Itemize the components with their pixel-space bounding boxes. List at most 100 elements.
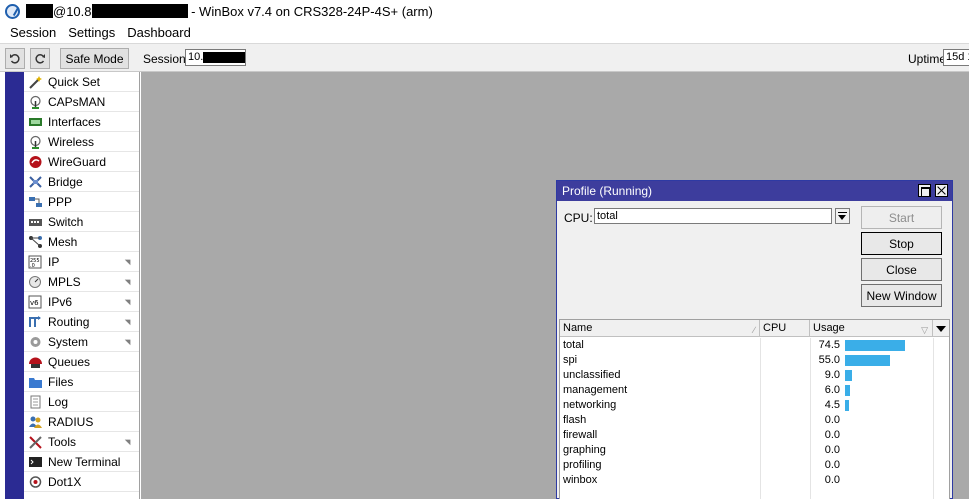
sidebar-item-ip[interactable]: 255.0 IP xyxy=(24,252,139,272)
sidebar-item-label: MPLS xyxy=(48,274,81,289)
sidebar-item-routing[interactable]: Routing xyxy=(24,312,139,332)
winbox-side-strip xyxy=(0,72,24,499)
sidebar-item-tools[interactable]: Tools xyxy=(24,432,139,452)
undo-icon xyxy=(10,53,20,64)
submenu-arrow-icon xyxy=(124,336,134,346)
sidebar-item-label: RADIUS xyxy=(48,414,94,429)
sidebar-item-dot1x[interactable]: Dot1X xyxy=(24,472,139,492)
column-menu-dropdown-icon[interactable] xyxy=(934,320,949,337)
cpu-select[interactable]: total xyxy=(594,208,832,224)
session-field[interactable]: 10. xyxy=(185,49,246,66)
sidebar-item-label: Mesh xyxy=(48,234,78,249)
sidebar-item-label: Log xyxy=(48,394,69,409)
ethernet-port-icon xyxy=(29,117,42,126)
menu-dashboard[interactable]: Dashboard xyxy=(121,24,197,43)
sidebar-item-label: IP xyxy=(48,254,60,269)
table-row[interactable]: graphing 0.0 xyxy=(560,443,949,458)
sidebar-item-label: Routing xyxy=(48,314,90,329)
sidebar-item-mesh[interactable]: Mesh xyxy=(24,232,139,252)
submenu-arrow-icon xyxy=(124,256,134,266)
redacted-session xyxy=(203,52,245,63)
table-row[interactable]: spi 55.0 xyxy=(560,353,949,368)
table-row[interactable]: profiling 0.0 xyxy=(560,458,949,473)
sidebar-item-ppp[interactable]: PPP xyxy=(24,192,139,212)
wand-icon xyxy=(29,75,42,89)
row-usage-value: 0.0 xyxy=(824,444,840,456)
sidebar-item-interfaces[interactable]: Interfaces xyxy=(24,112,139,132)
submenu-arrow-icon xyxy=(124,296,134,306)
winbox-app-icon[interactable] xyxy=(5,4,20,19)
row-usage-value: 74.5 xyxy=(818,339,840,351)
sort-icon: ∕ xyxy=(753,325,755,335)
sidebar-item-quick-set[interactable]: Quick Set xyxy=(24,72,139,92)
redacted-user xyxy=(26,4,53,18)
menu-settings[interactable]: Settings xyxy=(62,24,121,43)
sidebar-item-label: Interfaces xyxy=(48,114,101,129)
row-name: graphing xyxy=(563,444,606,456)
table-row[interactable]: management 6.0 xyxy=(560,383,949,398)
sidebar-item-radius[interactable]: RADIUS xyxy=(24,412,139,432)
sidebar-item-label: Queues xyxy=(48,354,91,369)
usage-bar xyxy=(845,355,890,366)
redacted-address xyxy=(91,4,188,18)
row-usage-value: 6.0 xyxy=(824,384,840,396)
table-row[interactable]: unclassified 9.0 xyxy=(560,368,949,383)
sidebar-item-bridge[interactable]: Bridge xyxy=(24,172,139,192)
cpu-dropdown-button[interactable] xyxy=(835,208,850,224)
column-header-name[interactable]: Name ∕ xyxy=(560,320,760,337)
profile-window-titlebar[interactable]: Profile (Running) xyxy=(557,181,952,201)
row-name: firewall xyxy=(563,429,598,441)
antenna-icon xyxy=(30,135,41,149)
ip-icon: 255.0 xyxy=(28,255,42,269)
tools-icon xyxy=(29,435,42,449)
table-body: total 74.5 spi 55.0 unclassified 9.0 managemen… xyxy=(560,338,949,488)
session-value: 10. xyxy=(188,51,204,63)
sidebar-item-ipv6[interactable]: v6 IPv6 xyxy=(24,292,139,312)
safe-mode-button[interactable]: Safe Mode xyxy=(60,48,129,69)
row-name: flash xyxy=(563,414,587,426)
menu-session[interactable]: Session xyxy=(4,24,62,43)
sidebar-item-new-terminal[interactable]: New Terminal xyxy=(24,452,139,472)
queues-icon xyxy=(29,357,42,368)
table-row[interactable]: total 74.5 xyxy=(560,338,949,353)
close-window-button[interactable] xyxy=(935,184,948,197)
sidebar-item-files[interactable]: Files xyxy=(24,372,139,392)
row-name: unclassified xyxy=(563,369,621,381)
column-header-cpu[interactable]: CPU xyxy=(760,320,810,337)
terminal-icon xyxy=(29,456,42,467)
close-button[interactable]: Close xyxy=(861,258,942,281)
sidebar-item-mpls[interactable]: MPLS xyxy=(24,272,139,292)
table-row[interactable]: flash 0.0 xyxy=(560,413,949,428)
table-row[interactable]: firewall 0.0 xyxy=(560,428,949,443)
stop-button[interactable]: Stop xyxy=(861,232,942,255)
row-name: winbox xyxy=(563,474,598,486)
start-button[interactable]: Start xyxy=(861,206,942,229)
sidebar-item-wireless[interactable]: Wireless xyxy=(24,132,139,152)
antenna-icon xyxy=(30,95,41,109)
row-name: profiling xyxy=(563,459,602,471)
table-row[interactable]: winbox 0.0 xyxy=(560,473,949,488)
table-header: Name ∕ CPU Usage ▽ xyxy=(560,320,949,337)
column-header-label: Name xyxy=(563,322,593,334)
column-header-usage[interactable]: Usage ▽ xyxy=(810,320,933,337)
sidebar-menu: Quick Set CAPsMAN Interfaces Wireless Wi… xyxy=(24,72,140,499)
sidebar-item-switch[interactable]: Switch xyxy=(24,212,139,232)
table-row[interactable]: networking 4.5 xyxy=(560,398,949,413)
sidebar-item-wireguard[interactable]: WireGuard xyxy=(24,152,139,172)
sidebar-item-system[interactable]: System xyxy=(24,332,139,352)
sidebar-item-label: IPv6 xyxy=(48,294,73,309)
new-window-button[interactable]: New Window xyxy=(861,284,942,307)
sidebar-item-label: PPP xyxy=(48,194,73,209)
sidebar-item-queues[interactable]: Queues xyxy=(24,352,139,372)
window-title-host: @10.8 xyxy=(53,4,92,19)
sidebar-item-capsman[interactable]: CAPsMAN xyxy=(24,92,139,112)
restore-window-button[interactable] xyxy=(918,184,931,197)
row-usage-value: 4.5 xyxy=(824,399,840,411)
undo-button[interactable] xyxy=(5,48,25,69)
sidebar-item-label: Quick Set xyxy=(48,74,101,89)
redo-button[interactable] xyxy=(30,48,50,69)
bridge-icon xyxy=(29,175,42,188)
row-usage-value: 0.0 xyxy=(824,459,840,471)
svg-text:v6: v6 xyxy=(30,299,39,307)
sidebar-item-log[interactable]: Log xyxy=(24,392,139,412)
